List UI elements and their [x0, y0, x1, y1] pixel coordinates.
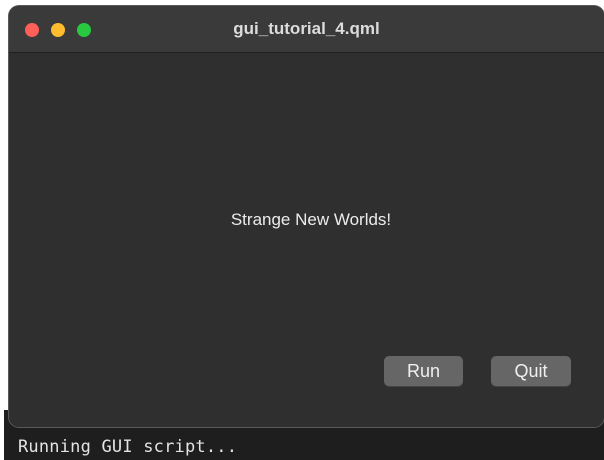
terminal-output-line: Running GUI script...: [18, 437, 238, 457]
screen: Running GUI script... gui_tutorial_4.qml…: [0, 0, 604, 460]
window-title: gui_tutorial_4.qml: [233, 19, 380, 38]
quit-button[interactable]: Quit: [491, 356, 571, 386]
app-window: gui_tutorial_4.qml Strange New Worlds! R…: [9, 6, 604, 427]
title-bar[interactable]: gui_tutorial_4.qml: [9, 6, 604, 53]
message-label: Strange New Worlds!: [230, 210, 392, 229]
window-content: Strange New Worlds! Run Quit: [9, 53, 604, 427]
run-button[interactable]: Run: [384, 356, 463, 386]
